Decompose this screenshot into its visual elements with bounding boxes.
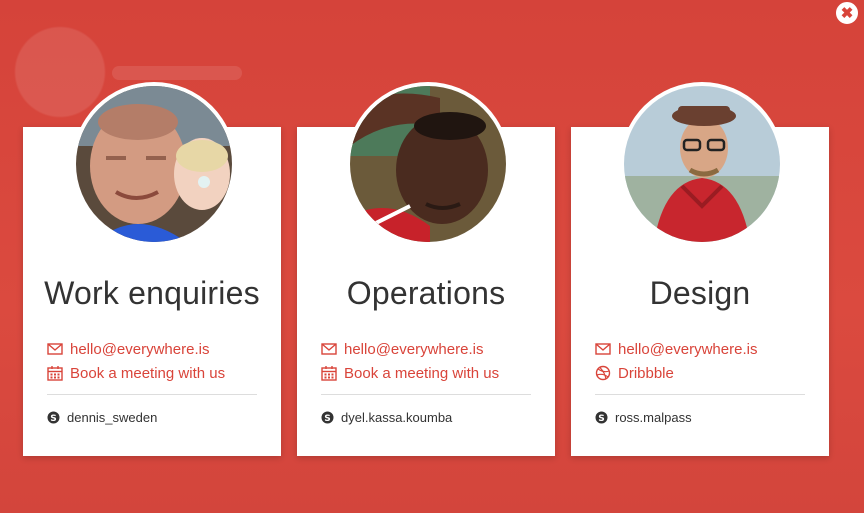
dribbble-icon	[595, 365, 611, 381]
email-link[interactable]: hello@everywhere.is	[321, 337, 531, 361]
avatar	[346, 82, 510, 246]
avatar	[620, 82, 784, 246]
card-title: Operations	[346, 275, 506, 311]
book-meeting-link[interactable]: Book a meeting with us	[321, 361, 531, 385]
dribbble-link[interactable]: Dribbble	[595, 361, 805, 385]
contact-card-operations: Operations hello@everywhere.is Book a me…	[297, 82, 555, 456]
svg-text:S: S	[598, 414, 604, 424]
card-title: Work enquiries	[44, 275, 260, 311]
divider	[47, 394, 257, 395]
skype-icon: S	[595, 411, 608, 424]
skype-contact[interactable]: S dennis_sweden	[47, 410, 157, 425]
email-link[interactable]: hello@everywhere.is	[595, 337, 805, 361]
divider	[321, 394, 531, 395]
calendar-icon	[47, 365, 63, 381]
skype-contact[interactable]: S dyel.kassa.koumba	[321, 410, 452, 425]
avatar-photo-dennis	[76, 86, 232, 242]
avatar	[72, 82, 236, 246]
contact-card-design: Design hello@everywhere.is Dribbble S ro…	[571, 82, 829, 456]
svg-text:S: S	[324, 414, 330, 424]
book-meeting-link[interactable]: Book a meeting with us	[47, 361, 257, 385]
email-link[interactable]: hello@everywhere.is	[47, 337, 257, 361]
skype-icon: S	[47, 411, 60, 424]
envelope-icon	[321, 341, 337, 357]
calendar-icon	[321, 365, 337, 381]
divider	[595, 394, 805, 395]
card-title: Design	[649, 275, 751, 311]
avatar-photo-ross	[624, 86, 780, 242]
envelope-icon	[595, 341, 611, 357]
close-button[interactable]: ✖	[836, 2, 858, 24]
avatar-photo-dyel	[350, 86, 506, 242]
svg-text:S: S	[50, 414, 56, 424]
contact-card-work-enquiries: Work enquiries hello@everywhere.is Book …	[23, 82, 281, 456]
skype-contact[interactable]: S ross.malpass	[595, 410, 692, 425]
envelope-icon	[47, 341, 63, 357]
skype-icon: S	[321, 411, 334, 424]
